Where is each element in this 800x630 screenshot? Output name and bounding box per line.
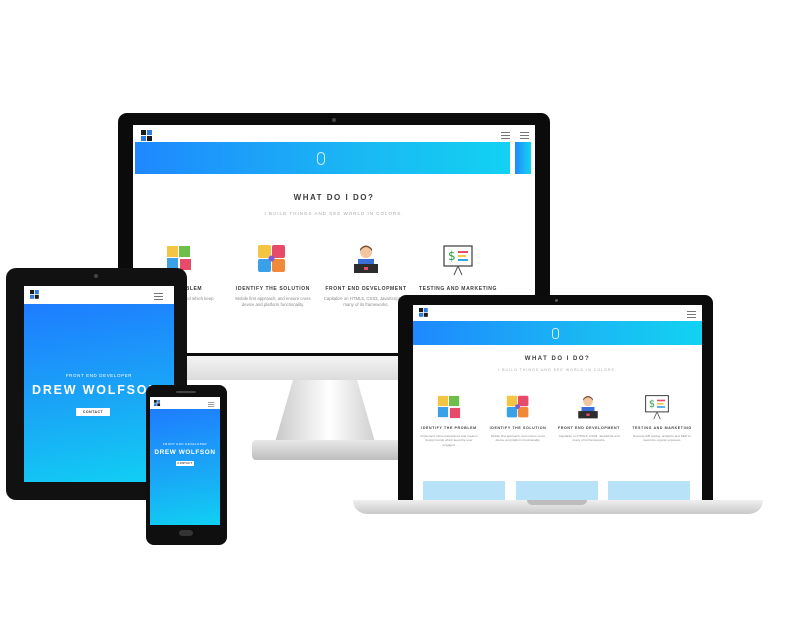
section-title: WHAT DO I DO? (524, 356, 591, 362)
feature-desc: Implement micro-interactions and modern … (420, 434, 478, 447)
hero-name: DREW WOLFSON (154, 449, 216, 456)
feature-title: TESTING AND MARKETING (632, 426, 692, 430)
section-title: WHAT DO I DO? (293, 193, 375, 202)
feature-desc: Capitalize on HTML5, CSS3, JavaScript an… (558, 434, 620, 443)
imac-stand-neck (275, 380, 375, 442)
laptop-notch (527, 500, 587, 505)
feature-title: IDENTIFY THE SOLUTION (236, 286, 310, 292)
hamburger-menu-icon[interactable] (208, 402, 215, 408)
contact-button[interactable]: CONTACT (176, 461, 194, 466)
dollar-presentation-board-icon: $ (442, 244, 474, 276)
mouse-scroll-icon (552, 328, 559, 339)
hamburger-menu-icon[interactable] (154, 293, 163, 302)
logo-icon[interactable] (141, 130, 153, 142)
imac-stand-foot (252, 440, 402, 460)
puzzle-square-icon (257, 244, 287, 274)
hero-banner (135, 142, 510, 174)
logo-icon[interactable] (419, 308, 429, 318)
hamburger-menu-icon[interactable] (520, 132, 529, 141)
dollar-presentation-board-icon: $ (644, 394, 670, 420)
hamburger-menu-icon[interactable] (687, 311, 696, 320)
developer-at-laptop-icon (350, 243, 382, 275)
developer-at-laptop-icon (575, 394, 601, 420)
feature-title: IDENTIFY THE PROBLEM (421, 426, 477, 430)
phone-home-button[interactable] (179, 530, 193, 536)
puzzle-square-icon (506, 395, 530, 419)
logo-icon[interactable] (30, 290, 40, 300)
puzzle-pieces-icon (437, 395, 461, 419)
imac-camera (332, 118, 336, 122)
feature-title: IDENTIFY THE SOLUTION (489, 426, 547, 430)
hero-banner-edge (515, 142, 531, 174)
feature-title: FRONT END DEVELOPMENT (325, 286, 407, 292)
hamburger-menu-icon[interactable] (501, 132, 510, 141)
feature-desc: Mobile first approach, and ensure cross … (490, 434, 546, 443)
phone-speaker (176, 391, 196, 393)
hero-label: FRONT END DEVELOPER (162, 442, 208, 446)
feature-desc: Capitalize on HTML5, CSS3, JavaScript an… (323, 296, 409, 308)
feature-title: FRONT END DEVELOPMENT (558, 426, 620, 430)
phone-screen: FRONT END DEVELOPER DREW WOLFSON CONTACT (150, 397, 220, 525)
laptop-screen: WHAT DO I DO? I BUILD THINGS AND SEE WOR… (413, 305, 702, 501)
project-card[interactable] (516, 481, 598, 501)
project-card[interactable] (423, 481, 505, 501)
hero-label: FRONT END DEVELOPER (65, 373, 133, 378)
mouse-scroll-icon (317, 152, 325, 165)
feature-title: TESTING AND MARKETING (419, 286, 497, 292)
svg-text:$: $ (649, 399, 655, 410)
hero-section: FRONT END DEVELOPER DREW WOLFSON CONTACT (150, 409, 220, 525)
tablet-camera (94, 274, 98, 278)
hero-banner (413, 321, 702, 345)
project-card[interactable] (608, 481, 690, 501)
section-subtitle: I BUILD THINGS AND SEE WORLD IN COLORS. (264, 211, 404, 216)
section-subtitle: I BUILD THINGS AND SEE WORLD IN COLORS. (498, 368, 617, 372)
svg-text:$: $ (448, 249, 456, 263)
logo-icon[interactable] (154, 400, 161, 407)
contact-button[interactable]: CONTACT (76, 408, 110, 416)
feature-desc: Mobile first approach, and ensure cross … (235, 296, 311, 308)
laptop-camera (555, 299, 558, 302)
hero-name: DREW WOLFSON (32, 383, 160, 397)
feature-desc: Execute A/B testing, analytics and SEO t… (633, 434, 691, 443)
